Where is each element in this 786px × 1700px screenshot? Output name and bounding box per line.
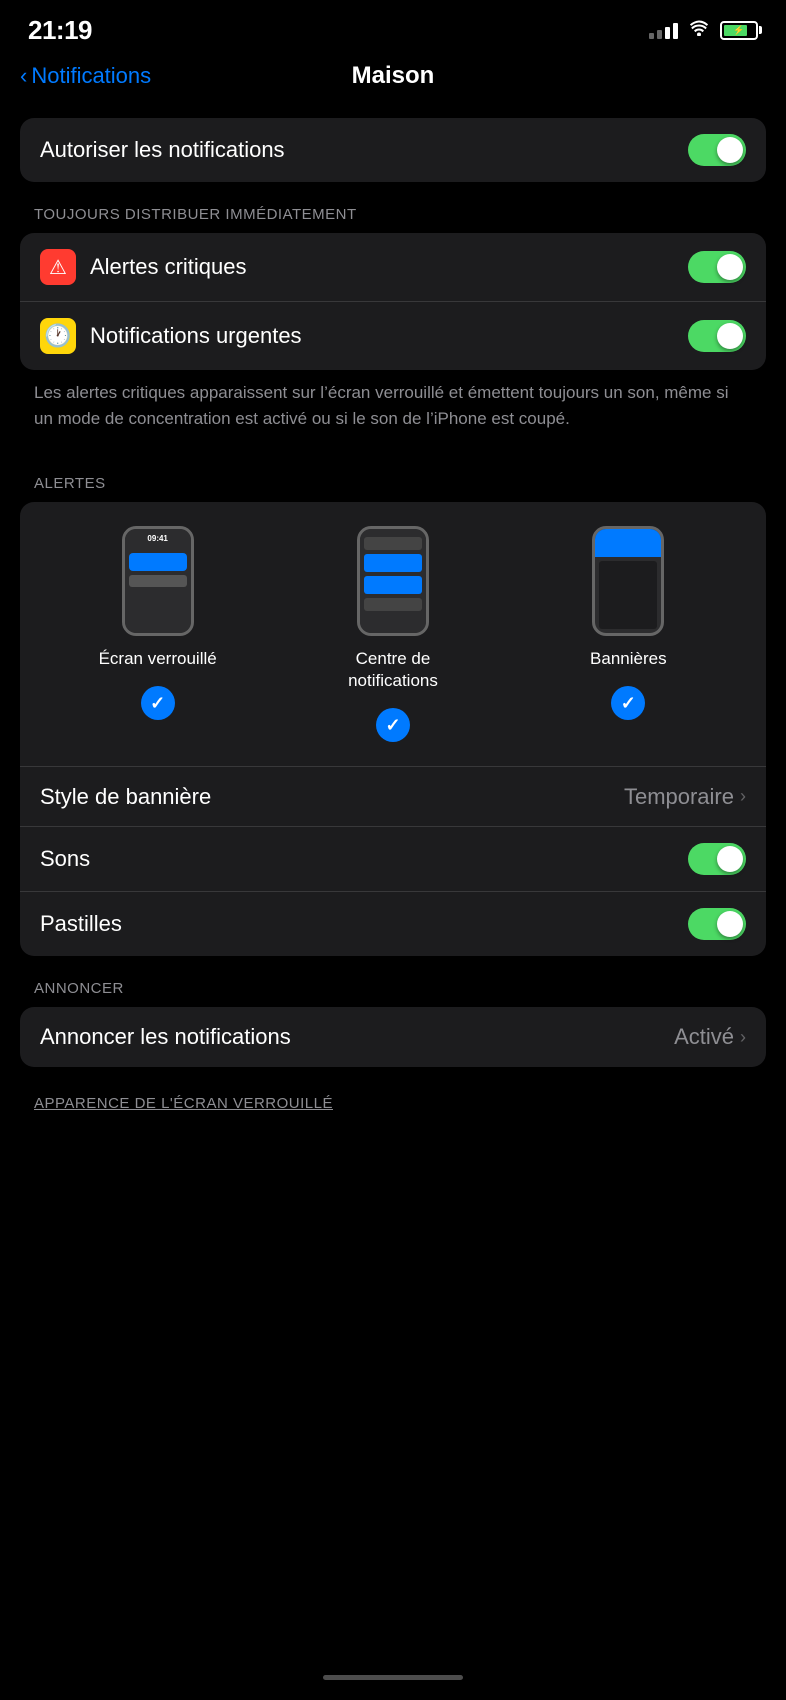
critical-alerts-left: ⚠ Alertes critiques xyxy=(40,249,688,285)
banners-icon xyxy=(592,526,664,636)
banner-style-row[interactable]: Style de bannière Temporaire › xyxy=(20,767,766,827)
alert-options: 09:41 Écran verrouillé ✓ xyxy=(20,526,766,766)
banner-style-value: Temporaire › xyxy=(624,784,746,810)
alert-option-notification-center[interactable]: Centre denotifications ✓ xyxy=(333,526,453,750)
announce-notifications-label: Annoncer les notifications xyxy=(40,1024,291,1050)
nc-row-1 xyxy=(364,537,422,550)
banners-label: Bannières xyxy=(590,648,667,670)
signal-icon xyxy=(649,21,678,39)
alert-icon: ⚠ xyxy=(40,249,76,285)
allow-notifications-card: Autoriser les notifications xyxy=(20,118,766,182)
banner-style-current: Temporaire xyxy=(624,784,734,810)
announce-notifications-row[interactable]: Annoncer les notifications Activé › xyxy=(20,1007,766,1067)
pastilles-label: Pastilles xyxy=(40,911,122,937)
critical-alerts-row: ⚠ Alertes critiques xyxy=(20,233,766,302)
alerts-label: ALERTES xyxy=(0,475,786,492)
chevron-right-announce: › xyxy=(740,1027,746,1048)
nc-row-blue-1 xyxy=(364,554,422,572)
screen-row xyxy=(129,575,187,587)
allow-notifications-section: Autoriser les notifications xyxy=(0,118,786,182)
warning-symbol: ⚠ xyxy=(49,255,67,280)
urgent-notifications-label: Notifications urgentes xyxy=(90,323,302,349)
toggle-knob-critical xyxy=(717,254,743,280)
lock-screen-icon: 09:41 xyxy=(122,526,194,636)
check-icon: ✓ xyxy=(150,693,165,714)
announce-value: Activé › xyxy=(674,1024,746,1050)
wifi-icon xyxy=(688,19,710,42)
battery-icon: ⚡ xyxy=(720,21,758,40)
announce-label: ANNONCER xyxy=(0,980,786,997)
toggle-knob-sounds xyxy=(717,846,743,872)
announce-card: Annoncer les notifications Activé › xyxy=(20,1007,766,1067)
toggle-knob-urgent xyxy=(717,323,743,349)
home-bar xyxy=(323,1675,463,1680)
locked-screen-label: APPARENCE DE L'ÉCRAN VERROUILLÉ xyxy=(0,1095,786,1112)
allow-notifications-toggle[interactable] xyxy=(688,134,746,166)
chevron-left-icon: ‹ xyxy=(20,65,27,87)
banner-screen xyxy=(599,561,657,629)
content: Autoriser les notifications TOUJOURS DIS… xyxy=(0,108,786,1132)
announce-section: ANNONCER Annoncer les notifications Acti… xyxy=(0,980,786,1067)
home-indicator xyxy=(0,1665,786,1700)
sounds-row: Sons xyxy=(20,827,766,892)
pastilles-row: Pastilles xyxy=(20,892,766,956)
notification-bar-1 xyxy=(129,553,187,571)
allow-notifications-label: Autoriser les notifications xyxy=(40,137,285,163)
notification-center-label: Centre denotifications xyxy=(348,648,438,692)
back-button[interactable]: ‹ Notifications xyxy=(20,63,151,89)
page-title: Maison xyxy=(352,62,435,90)
critical-alerts-toggle[interactable] xyxy=(688,251,746,283)
pastilles-toggle[interactable] xyxy=(688,908,746,940)
urgent-left: 🕐 Notifications urgentes xyxy=(40,318,688,354)
urgent-notifications-toggle[interactable] xyxy=(688,320,746,352)
nav-header: ‹ Notifications Maison xyxy=(0,54,786,108)
critical-alerts-label: Alertes critiques xyxy=(90,254,247,280)
check-icon-nc: ✓ xyxy=(385,715,400,736)
clock-icon: 🕐 xyxy=(40,318,76,354)
urgent-notifications-row: 🕐 Notifications urgentes xyxy=(20,302,766,370)
notification-center-check: ✓ xyxy=(376,708,410,742)
always-deliver-card: ⚠ Alertes critiques 🕐 Notifications urge… xyxy=(20,233,766,370)
alerts-card: 09:41 Écran verrouillé ✓ xyxy=(20,502,766,956)
always-deliver-label: TOUJOURS DISTRIBUER IMMÉDIATEMENT xyxy=(0,206,786,223)
clock-symbol: 🕐 xyxy=(44,323,71,349)
phone-time: 09:41 xyxy=(147,534,167,543)
alert-option-banners[interactable]: Bannières ✓ xyxy=(568,526,688,728)
lock-screen-check: ✓ xyxy=(141,686,175,720)
lock-screen-label: Écran verrouillé xyxy=(99,648,217,670)
locked-screen-section: APPARENCE DE L'ÉCRAN VERROUILLÉ xyxy=(0,1095,786,1112)
status-time: 21:19 xyxy=(28,15,92,46)
toggle-knob-pastilles xyxy=(717,911,743,937)
toggle-knob xyxy=(717,137,743,163)
bottom-spacer xyxy=(0,1132,786,1192)
banner-bar xyxy=(595,529,661,557)
check-icon-banners: ✓ xyxy=(621,693,636,714)
announce-current: Activé xyxy=(674,1024,734,1050)
allow-notifications-row: Autoriser les notifications xyxy=(20,118,766,182)
banner-style-label: Style de bannière xyxy=(40,784,211,810)
critical-description: Les alertes critiques apparaissent sur l… xyxy=(0,370,786,451)
nc-row-3 xyxy=(364,598,422,611)
alert-option-lock-screen[interactable]: 09:41 Écran verrouillé ✓ xyxy=(98,526,218,728)
back-label: Notifications xyxy=(31,63,151,89)
chevron-right-icon: › xyxy=(740,786,746,807)
banners-check: ✓ xyxy=(611,686,645,720)
sounds-label: Sons xyxy=(40,846,90,872)
sounds-toggle[interactable] xyxy=(688,843,746,875)
nc-row-blue-2 xyxy=(364,576,422,594)
status-bar: 21:19 ⚡ xyxy=(0,0,786,54)
notification-center-icon xyxy=(357,526,429,636)
alerts-section: ALERTES 09:41 Écran verrouillé ✓ xyxy=(0,475,786,956)
always-deliver-section: TOUJOURS DISTRIBUER IMMÉDIATEMENT ⚠ Aler… xyxy=(0,206,786,451)
status-icons: ⚡ xyxy=(649,19,758,42)
